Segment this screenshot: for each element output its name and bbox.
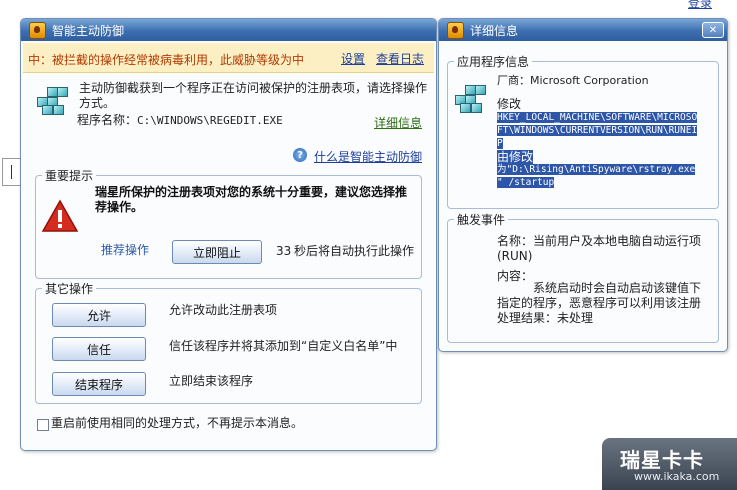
rising-lion-icon <box>29 21 46 39</box>
watermark-brand: 瑞星卡卡 <box>620 448 704 472</box>
modified-value: 为"D:\Rising\AntiSpyware\rstray.exe " /st… <box>497 163 696 189</box>
ikaka-watermark: 瑞星卡卡 www.ikaka.com <box>602 438 737 490</box>
remember-choice-checkbox[interactable] <box>37 419 49 431</box>
program-name-row: 程序名称：C:\WINDOWS\REGEDIT.EXE <box>77 113 283 128</box>
close-icon[interactable]: ✕ <box>702 22 724 38</box>
active-defense-window: 智能主动防御 中：被拦截的操作经常被病毒利用，此威胁等级为中 设置 查看日志 主… <box>20 18 437 451</box>
modify-label: 修改 <box>497 97 522 111</box>
allow-button[interactable]: 允许 <box>52 303 146 327</box>
main-window-title: 智能主动防御 <box>52 23 125 38</box>
handling-result: 处理结果：未处理 <box>497 311 594 325</box>
content-text: 系统启动时会自动启动该键值下指定的程序，恶意程序可以利用该注册 <box>497 281 702 310</box>
recommended-action-label: 推荐操作 <box>101 243 150 257</box>
countdown-text: 秒后将自动执行此操作 <box>294 244 415 258</box>
login-link[interactable]: 登录 <box>688 0 712 11</box>
trust-button[interactable]: 信任 <box>52 337 146 361</box>
value-line: 为"D:\Rising\AntiSpyware\rstray.exe <box>497 164 696 175</box>
modified-key-path: HKEY_LOCAL_MACHINE\SOFTWARE\MICROSO FT\W… <box>497 111 698 150</box>
countdown-number: 33 <box>276 244 292 258</box>
remember-choice-label: 重启前使用相同的处理方式，不再提示本消息。 <box>51 416 304 430</box>
watermark-url: www.ikaka.com <box>634 470 720 483</box>
details-link[interactable]: 详细信息 <box>374 114 422 131</box>
allow-description: 允许改动此注册表项 <box>169 303 278 317</box>
program-path: C:\WINDOWS\REGEDIT.EXE <box>137 114 283 127</box>
threat-level-bar: 中：被拦截的操作经常被病毒利用，此威胁等级为中 设置 查看日志 <box>23 43 434 73</box>
details-window: 详细信息 ✕ 应用程序信息 厂商：Microsoft Corporation 修… <box>438 18 728 352</box>
other-actions-legend: 其它操作 <box>45 282 94 296</box>
trust-description: 信任该程序并将其添加到“自定义白名单”中 <box>169 339 398 353</box>
rising-lion-icon <box>447 21 464 39</box>
important-notice-text: 瑞星所保护的注册表项对您的系统十分重要，建议您选择推荐操作。 <box>95 185 408 214</box>
modified-by-text: 由修改 <box>497 150 534 164</box>
background-text-input[interactable] <box>2 158 22 186</box>
warning-triangle-icon <box>41 199 79 232</box>
end-program-button[interactable]: 结束程序 <box>52 372 146 396</box>
registry-cubes-icon <box>455 83 487 113</box>
value-line: " /startup <box>497 177 555 188</box>
key-path-line: FT\WINDOWS\CURRENTVERSION\RUN\RUNEI <box>497 125 698 136</box>
app-info-legend: 应用程序信息 <box>457 55 530 69</box>
trigger-event-legend: 触发事件 <box>457 213 506 227</box>
program-name-label: 程序名称： <box>77 113 138 127</box>
important-notice-legend: 重要提示 <box>45 169 94 183</box>
view-log-link[interactable]: 查看日志 <box>376 50 424 67</box>
registry-cubes-icon <box>37 85 69 115</box>
block-now-button[interactable]: 立即阻止 <box>172 240 262 264</box>
help-question-icon: ? <box>293 148 307 162</box>
details-window-title: 详细信息 <box>470 23 519 38</box>
vendor-text: 厂商：Microsoft Corporation <box>497 74 649 87</box>
main-titlebar: 智能主动防御 <box>21 19 436 41</box>
intercept-message: 主动防御截获到一个程序正在访问被保护的注册表项，请选择操作方式。 <box>79 81 428 110</box>
event-name: 名称：当前用户及本地电脑自动运行项(RUN) <box>497 234 702 263</box>
end-program-description: 立即结束该程序 <box>169 374 254 388</box>
threat-level-text: 中：被拦截的操作经常被病毒利用，此威胁等级为中 <box>28 53 305 67</box>
details-titlebar: 详细信息 <box>439 19 727 41</box>
key-path-line: P <box>497 138 503 149</box>
what-is-active-defense-link[interactable]: 什么是智能主动防御 <box>314 148 422 165</box>
key-path-line: HKEY_LOCAL_MACHINE\SOFTWARE\MICROSO <box>497 112 698 123</box>
settings-link[interactable]: 设置 <box>341 50 365 67</box>
